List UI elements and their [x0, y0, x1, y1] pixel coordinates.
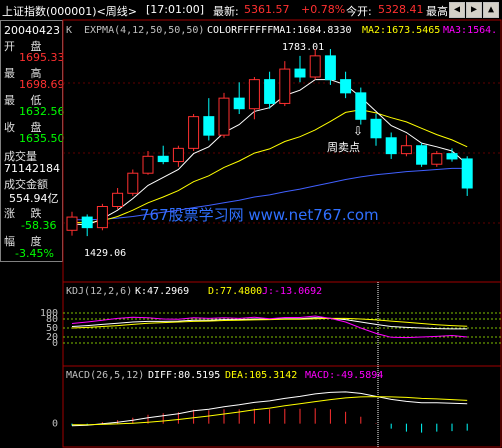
ma2-label: MA2:1673.5465	[362, 25, 440, 36]
candle-body	[172, 147, 184, 163]
expma-label: EXPMA(4,12,50,50,50)	[84, 25, 204, 36]
candle-body	[370, 118, 382, 139]
candle-body	[355, 92, 367, 120]
k-label: K	[66, 25, 72, 36]
kdj-layer: 1008050200	[40, 308, 501, 349]
candle-body	[400, 145, 412, 155]
macd-tick-label: 0	[52, 419, 58, 430]
macd-dea-value: DEA:105.3142	[225, 370, 297, 381]
candle-body	[142, 155, 154, 174]
candle-body	[446, 153, 458, 160]
candle-body	[127, 172, 139, 194]
macd-diff-value: DIFF:80.5195	[148, 370, 220, 381]
macd-hist-value: MACD:-49.5894	[305, 370, 383, 381]
candle-body	[203, 116, 215, 136]
kdj-title: KDJ(12,2,6)	[66, 286, 132, 297]
candle-body	[461, 158, 473, 189]
candle-body	[309, 55, 321, 78]
candle-body	[218, 97, 230, 136]
candle-body	[96, 206, 108, 229]
candle-body	[157, 155, 169, 163]
kdj-k-value: K:47.2969	[135, 286, 189, 297]
kdj-tick-label: 0	[52, 338, 58, 349]
ma3-label: MA3:1564.	[443, 25, 497, 36]
candle-body	[81, 216, 93, 229]
candle-body	[66, 216, 78, 231]
candle-body	[416, 145, 428, 165]
kdj-d-value: D:77.4800	[208, 286, 262, 297]
trough-label: 1429.06	[84, 248, 126, 259]
watermark-text: 767股票学习网 www.net767.com	[140, 206, 379, 224]
candle-body	[324, 55, 336, 81]
kdj-j-value: J:-13.0692	[262, 286, 322, 297]
sell-arrow-icon: ⇩	[353, 124, 363, 138]
macd-title: MACD(26,5,12)	[66, 370, 144, 381]
ma1-label: COLORFFFFFFMA1:1684.8330	[207, 25, 352, 36]
candle-body	[112, 192, 124, 208]
candle-body	[385, 137, 397, 155]
candles-layer	[66, 48, 473, 447]
candle-body	[188, 116, 200, 149]
kline-chart[interactable]: K EXPMA(4,12,50,50,50) COLORFFFFFFMA1:16…	[0, 0, 502, 448]
candle-body	[294, 68, 306, 78]
sell-point-label: 周卖点	[327, 141, 360, 154]
candle-body	[248, 79, 260, 110]
macd-layer: 0	[52, 391, 468, 433]
kdj-d-line	[71, 317, 468, 329]
peak-label: 1783.01	[282, 42, 324, 53]
candle-body	[279, 68, 291, 104]
candle-body	[431, 153, 443, 165]
candle-body	[340, 79, 352, 94]
candle-body	[233, 97, 245, 110]
candle-body	[264, 79, 276, 104]
